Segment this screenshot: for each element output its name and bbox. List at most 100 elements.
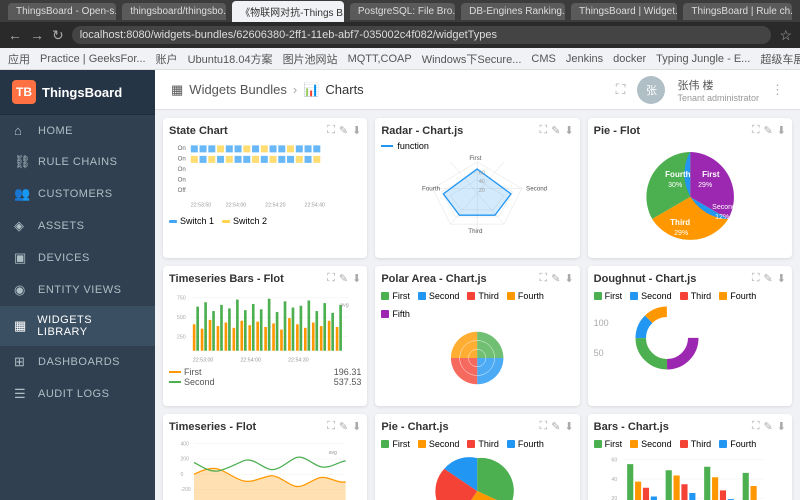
url-input[interactable]: localhost:8080/widgets-bundles/62606380-… xyxy=(72,26,772,44)
bookmark-images[interactable]: 图片池网站 xyxy=(283,51,338,67)
sidebar-item-assets[interactable]: ◈ ASSETS xyxy=(0,210,155,242)
widget-title-pie-chartjs: Pie - Chart.js xyxy=(381,421,448,433)
polar-legend-fourth: Fourth xyxy=(507,291,544,301)
polar-legend: First Second Third Fourth xyxy=(381,291,573,319)
download-icon-doughnut[interactable]: ⬇ xyxy=(777,272,786,285)
fullscreen-icon[interactable]: ⛶ xyxy=(616,81,626,98)
bookmark-mqtt[interactable]: MQTT,COAP xyxy=(348,53,412,65)
pie-chartjs-legend: First Second Third Fourth xyxy=(381,439,573,449)
edit-icon-pie-flot[interactable]: ✎ xyxy=(764,124,773,137)
download-icon-pie-chartjs[interactable]: ⬇ xyxy=(564,420,573,433)
expand-icon-pie-flot[interactable]: ⛶ xyxy=(752,124,760,137)
edit-icon-doughnut[interactable]: ✎ xyxy=(764,272,773,285)
bookmark-docker[interactable]: docker xyxy=(613,53,646,65)
widget-actions-ts-flot: ⛶ ✎ ⬇ xyxy=(327,420,361,433)
svg-text:On: On xyxy=(178,145,186,152)
sidebar-item-dashboards[interactable]: ⊞ DASHBOARDS xyxy=(0,346,155,378)
breadcrumb-separator: › xyxy=(293,82,297,97)
tab-iot-active[interactable]: 《物联网对抗-Things B... ✕ xyxy=(232,1,344,22)
svg-text:200: 200 xyxy=(180,457,189,463)
back-button[interactable]: ← xyxy=(8,27,22,43)
widget-timeseries-bars-flot: Timeseries Bars - Flot ⛶ ✎ ⬇ 750 500 250 xyxy=(163,266,367,406)
download-icon-radar[interactable]: ⬇ xyxy=(564,124,573,137)
edit-icon-ts-flot[interactable]: ✎ xyxy=(339,420,348,433)
svg-text:40: 40 xyxy=(479,179,485,185)
sidebar-item-home[interactable]: ⌂ HOME xyxy=(0,115,155,146)
user-menu-icon[interactable]: ⋮ xyxy=(771,82,784,98)
bookmark-typing[interactable]: Typing Jungle - E... xyxy=(656,53,750,65)
bookmark-apps[interactable]: 应用 xyxy=(8,51,30,67)
user-name: 张伟 楼 xyxy=(677,77,759,93)
bookmark-jenkins[interactable]: Jenkins xyxy=(566,53,603,65)
bookmark-account[interactable]: 账户 xyxy=(156,51,178,67)
svg-text:20: 20 xyxy=(611,496,617,500)
expand-icon-pie-chartjs[interactable]: ⛶ xyxy=(540,420,548,433)
polar-legend-fifth: Fifth xyxy=(381,309,410,319)
svg-text:0: 0 xyxy=(180,472,183,478)
forward-button[interactable]: → xyxy=(30,27,44,43)
sidebar-item-rule-chains[interactable]: ⛓ RULE CHAINS xyxy=(0,146,155,178)
download-icon-polar[interactable]: ⬇ xyxy=(564,272,573,285)
expand-icon-ts-flot[interactable]: ⛶ xyxy=(327,420,335,433)
edit-icon-radar[interactable]: ✎ xyxy=(551,124,560,137)
tab-thingsboard-2[interactable]: thingsboard/thingsbo... ✕ xyxy=(122,3,226,20)
bookmark-practice[interactable]: Practice | GeeksFor... xyxy=(40,53,146,65)
app-container: TB ThingsBoard ⌂ HOME ⛓ RULE CHAINS 👥 CU… xyxy=(0,70,800,500)
edit-icon-pie-chartjs[interactable]: ✎ xyxy=(551,420,560,433)
header-actions: ⛶ 张 张伟 楼 Tenant administrator ⋮ xyxy=(616,76,784,104)
sidebar-item-audit-logs[interactable]: ☰ AUDIT LOGS xyxy=(0,378,155,410)
state-chart-legend: Switch 1 Switch 2 xyxy=(169,216,361,226)
tab-widgets[interactable]: ThingsBoard | Widget... ✕ xyxy=(571,3,677,20)
expand-icon-radar[interactable]: ⛶ xyxy=(540,124,548,137)
bookmark-star-icon[interactable]: ☆ xyxy=(779,27,792,44)
browser-tabs-bar: ThingsBoard - Open-s... ✕ thingsboard/th… xyxy=(0,0,800,22)
sidebar-item-entity-views[interactable]: ◉ ENTITY VIEWS xyxy=(0,274,155,306)
bookmark-windows[interactable]: Windows下Secure... xyxy=(422,51,522,67)
widget-state-chart: State Chart ⛶ ✎ ⬇ On On On On Off xyxy=(163,118,367,258)
address-bar: ← → ↻ localhost:8080/widgets-bundles/626… xyxy=(0,22,800,48)
widget-pie-flot: Pie - Flot ⛶ ✎ ⬇ xyxy=(588,118,792,258)
download-icon-ts-flot[interactable]: ⬇ xyxy=(352,420,361,433)
download-icon[interactable]: ⬇ xyxy=(352,124,361,137)
tab-dbengines[interactable]: DB-Engines Ranking... ✕ xyxy=(461,3,565,20)
svg-text:22:53:00: 22:53:00 xyxy=(193,357,214,363)
assets-icon: ◈ xyxy=(14,218,30,234)
legend-color-switch2 xyxy=(222,220,230,223)
sidebar-item-devices[interactable]: ▣ DEVICES xyxy=(0,242,155,274)
tab-postgresql[interactable]: PostgreSQL: File Bro... ✕ xyxy=(350,3,455,20)
bookmark-ubuntu[interactable]: Ubuntu18.04方案 xyxy=(188,51,273,67)
breadcrumb-widgets-bundles[interactable]: Widgets Bundles xyxy=(189,82,287,97)
legend-item-switch1: Switch 1 xyxy=(169,216,214,226)
widget-body-state-chart: On On On On Off xyxy=(169,141,361,252)
edit-icon-bars-chartjs[interactable]: ✎ xyxy=(764,420,773,433)
reload-button[interactable]: ↻ xyxy=(52,27,64,44)
widget-header-pie-flot: Pie - Flot ⛶ ✎ ⬇ xyxy=(594,124,786,137)
widget-body-pie-chartjs: First Second Third Fourth xyxy=(381,437,573,500)
widget-actions-radar: ⛶ ✎ ⬇ xyxy=(540,124,574,137)
download-icon-pie-flot[interactable]: ⬇ xyxy=(777,124,786,137)
radar-legend-label: function xyxy=(397,141,429,151)
widget-body-ts-flot: 400 200 0 -200 -400 xyxy=(169,437,361,500)
bookmark-cms[interactable]: CMS xyxy=(531,53,555,65)
edit-icon[interactable]: ✎ xyxy=(339,124,348,137)
expand-icon-polar[interactable]: ⛶ xyxy=(540,272,548,285)
edit-icon-polar[interactable]: ✎ xyxy=(551,272,560,285)
expand-icon-ts-bars[interactable]: ⛶ xyxy=(327,272,335,285)
expand-icon-bars-chartjs[interactable]: ⛶ xyxy=(752,420,760,433)
download-icon-bars-chartjs[interactable]: ⬇ xyxy=(777,420,786,433)
download-icon-ts-bars[interactable]: ⬇ xyxy=(352,272,361,285)
sidebar-label-rule-chains: RULE CHAINS xyxy=(38,156,117,168)
bookmark-car[interactable]: 超级车展V0.6 xyxy=(760,51,800,67)
expand-icon-doughnut[interactable]: ⛶ xyxy=(752,272,760,285)
sidebar-item-widgets-library[interactable]: ▦ WIDGETS LIBRARY xyxy=(0,306,155,346)
sidebar-item-customers[interactable]: 👥 CUSTOMERS xyxy=(0,178,155,210)
svg-text:First: First xyxy=(470,155,482,162)
svg-text:Off: Off xyxy=(178,187,186,194)
sidebar-label-home: HOME xyxy=(38,125,73,137)
tab-rule[interactable]: ThingsBoard | Rule ch... ✕ xyxy=(683,3,792,20)
expand-icon[interactable]: ⛶ xyxy=(327,124,335,137)
edit-icon-ts-bars[interactable]: ✎ xyxy=(339,272,348,285)
tab-thingsboard-1[interactable]: ThingsBoard - Open-s... ✕ xyxy=(8,3,116,20)
widget-header-pie-chartjs: Pie - Chart.js ⛶ ✎ ⬇ xyxy=(381,420,573,433)
widget-title-state-chart: State Chart xyxy=(169,125,228,137)
